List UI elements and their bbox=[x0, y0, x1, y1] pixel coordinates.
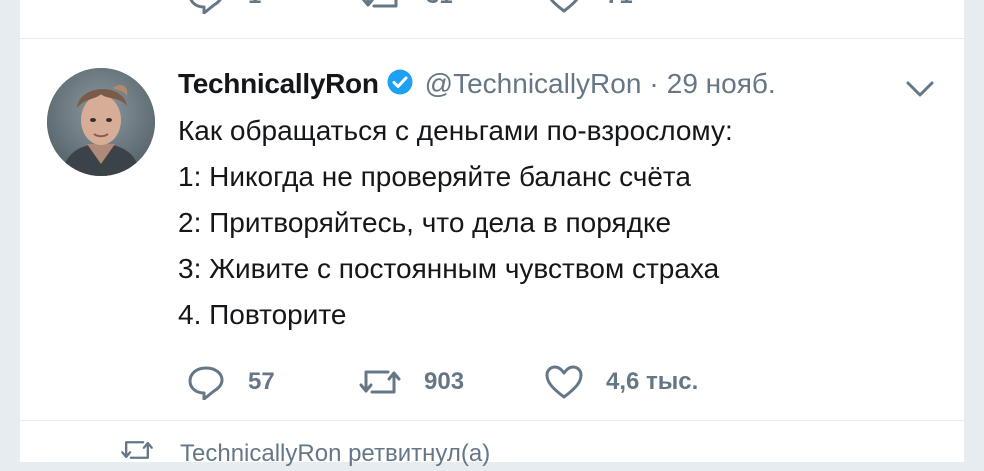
retweet-count: 903 bbox=[424, 368, 465, 395]
tweet-text-line: Как обращаться с деньгами по-взрослому: bbox=[178, 115, 733, 146]
tweet-menu-button[interactable] bbox=[906, 80, 934, 103]
tweet-timestamp[interactable]: 29 нояб. bbox=[667, 68, 776, 100]
reply-icon bbox=[186, 0, 226, 14]
reply-icon bbox=[186, 364, 226, 400]
reply-button[interactable]: 57 bbox=[186, 364, 275, 400]
timeline-card: 1 31 71 bbox=[20, 0, 964, 467]
retweet-icon bbox=[360, 0, 404, 14]
previous-reply-count: 1 bbox=[248, 0, 261, 10]
tweet-divider bbox=[20, 420, 964, 421]
chevron-down-icon bbox=[906, 81, 934, 102]
like-count: 4,6 тыс. bbox=[606, 368, 699, 395]
retweet-icon bbox=[358, 364, 402, 400]
header-separator: · bbox=[649, 68, 659, 99]
retweet-icon bbox=[120, 436, 154, 471]
previous-retweet-button[interactable]: 31 bbox=[360, 0, 453, 14]
tweet-divider bbox=[20, 38, 964, 39]
like-button[interactable]: 4,6 тыс. bbox=[544, 364, 698, 400]
like-icon bbox=[544, 0, 584, 14]
previous-like-count: 71 bbox=[606, 0, 633, 10]
previous-like-button[interactable]: 71 bbox=[544, 0, 633, 14]
author-handle[interactable]: @TechnicallyRon bbox=[425, 68, 642, 100]
tweet-actions: 57 903 4,6 тыс. bbox=[20, 362, 964, 406]
tweet-header: TechnicallyRon @TechnicallyRon · 29 нояб… bbox=[178, 62, 776, 106]
tweet-text: Как обращаться с деньгами по-взрослому: … bbox=[178, 108, 938, 338]
retweet-context: TechnicallyRon ретвитнул(а) bbox=[120, 436, 490, 471]
previous-retweet-count: 31 bbox=[426, 0, 453, 10]
verified-badge-icon bbox=[387, 69, 413, 100]
tweet-text-line: 3: Живите с постоянным чувством страха bbox=[178, 253, 720, 284]
previous-tweet-actions: 1 31 71 bbox=[20, 0, 964, 18]
reply-count: 57 bbox=[248, 368, 275, 395]
author-fullname[interactable]: TechnicallyRon bbox=[178, 68, 379, 100]
retweet-button[interactable]: 903 bbox=[358, 364, 464, 400]
tweet-text-line: 4. Повторите bbox=[178, 299, 347, 330]
avatar[interactable] bbox=[47, 68, 155, 176]
like-icon bbox=[544, 364, 584, 400]
tweet-text-line: 1: Никогда не проверяйте баланс счёта bbox=[178, 161, 691, 192]
retweet-context-text[interactable]: TechnicallyRon ретвитнул(а) bbox=[180, 440, 490, 468]
previous-reply-button[interactable]: 1 bbox=[186, 0, 261, 14]
tweet-text-line: 2: Притворяйтесь, что дела в порядке bbox=[178, 207, 672, 238]
avatar-image bbox=[47, 68, 155, 176]
